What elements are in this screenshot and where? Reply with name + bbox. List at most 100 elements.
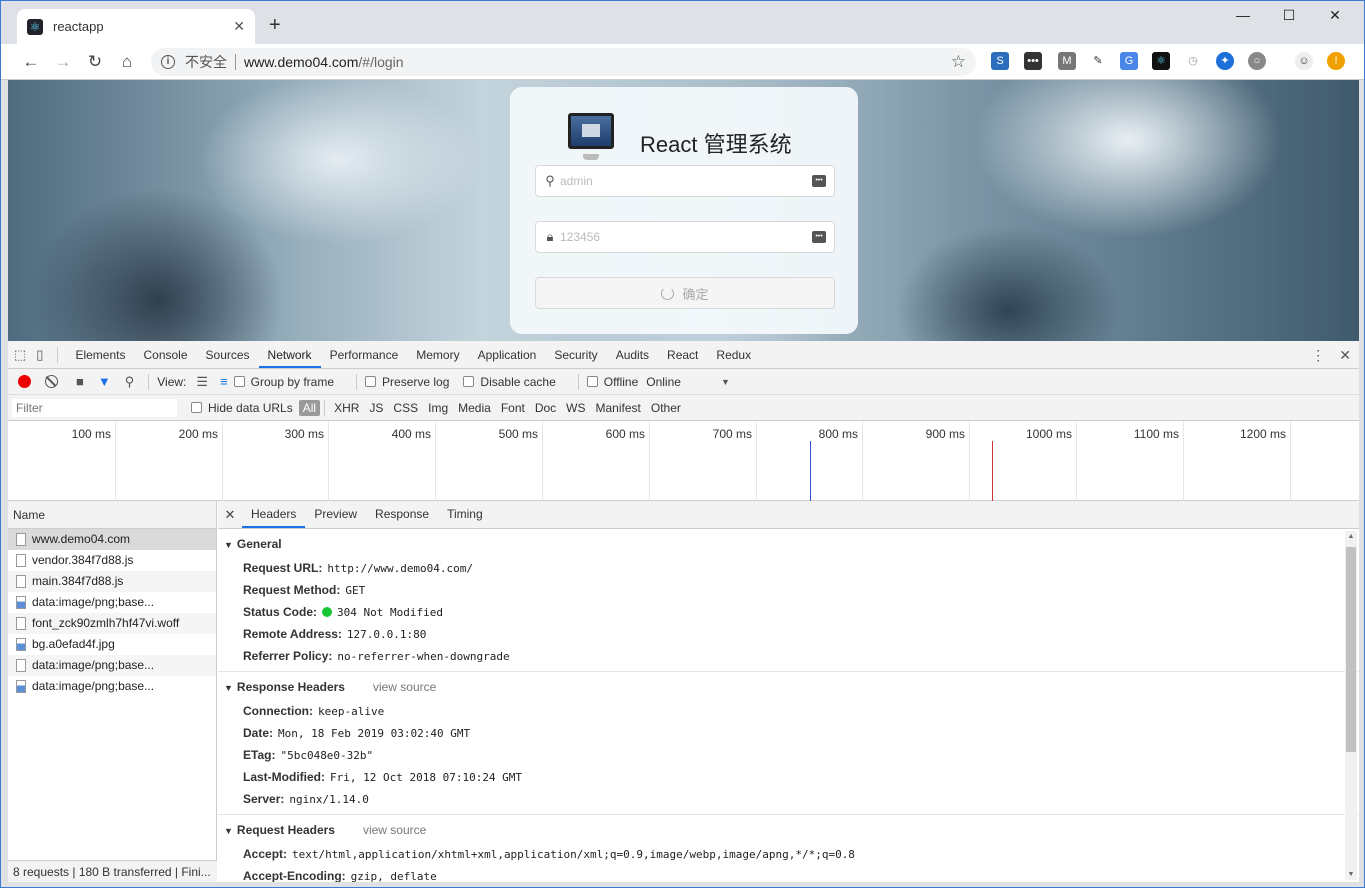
extension-mail-icon[interactable]: M: [1058, 52, 1076, 70]
devtools-close-icon[interactable]: ✕: [1339, 347, 1351, 364]
close-detail-icon[interactable]: ✕: [218, 507, 242, 523]
filter-type-media[interactable]: Media: [453, 401, 496, 415]
tab-close-icon[interactable]: ✕: [233, 18, 245, 35]
chevron-down-icon[interactable]: ▼: [721, 377, 730, 387]
maximize-icon[interactable]: ☐: [1279, 7, 1299, 24]
extension-circle-icon[interactable]: ○: [1248, 52, 1266, 70]
devtools-tab-application[interactable]: Application: [469, 341, 546, 368]
waterfall-icon[interactable]: ≡: [220, 374, 228, 389]
search-icon[interactable]: ⚲: [125, 374, 135, 390]
disable-cache-checkbox[interactable]: Disable cache: [463, 375, 556, 389]
filter-type-manifest[interactable]: Manifest: [591, 401, 646, 415]
devtools-tab-sources[interactable]: Sources: [197, 341, 259, 368]
checkbox-box: [365, 376, 377, 387]
extension-s-icon[interactable]: S: [991, 52, 1009, 70]
filter-type-xhr[interactable]: XHR: [329, 401, 364, 415]
name-column-header[interactable]: Name: [8, 501, 216, 529]
inspect-element-icon[interactable]: ⬚: [14, 347, 26, 363]
devtools-tab-performance[interactable]: Performance: [321, 341, 408, 368]
address-bar[interactable]: i 不安全 www.demo04.com /#/login ☆: [151, 48, 976, 76]
detail-tab-response[interactable]: Response: [366, 501, 438, 528]
offline-checkbox[interactable]: Offline: [586, 375, 638, 389]
extension-clock-icon[interactable]: ◷: [1184, 52, 1202, 70]
large-rows-icon[interactable]: ☰: [196, 374, 208, 390]
extension-dots-icon[interactable]: •••: [1024, 52, 1042, 70]
devtools-tab-redux[interactable]: Redux: [707, 341, 760, 368]
username-input[interactable]: ⚲ admin •••: [535, 165, 835, 197]
devtools-tab-elements[interactable]: Elements: [66, 341, 134, 368]
info-icon[interactable]: i: [161, 55, 175, 69]
request-name: vendor.384f7d88.js: [32, 553, 134, 567]
filter-type-css[interactable]: CSS: [388, 401, 423, 415]
password-manager-icon[interactable]: •••: [812, 231, 826, 243]
detail-scrollbar[interactable]: ▲ ▼: [1345, 531, 1357, 880]
network-overview-timeline[interactable]: 100 ms 200 ms 300 ms 400 ms 500 ms 600 ms 700 …: [8, 421, 1359, 501]
close-window-icon[interactable]: ✕: [1325, 7, 1345, 24]
filter-icon[interactable]: ▼: [98, 374, 111, 389]
clear-icon[interactable]: [45, 375, 58, 388]
filter-type-other[interactable]: Other: [646, 401, 686, 415]
profile-avatar-icon[interactable]: ☺: [1295, 52, 1313, 70]
devtools-tab-audits[interactable]: Audits: [607, 341, 658, 368]
devtools-tab-network[interactable]: Network: [258, 341, 321, 368]
home-icon[interactable]: ⌂: [117, 52, 137, 72]
request-headers-header[interactable]: ▼ Request Headers view source: [218, 815, 1359, 843]
scroll-up-icon[interactable]: ▲: [1346, 533, 1356, 540]
filter-type-all[interactable]: All: [298, 399, 321, 416]
browser-toolbar: ← → ↻ ⌂ i 不安全 www.demo04.com /#/login ☆ …: [1, 44, 1364, 80]
response-headers-header[interactable]: ▼ Response Headers view source: [218, 672, 1359, 700]
filter-type-ws[interactable]: WS: [561, 401, 590, 415]
react-devtools-icon[interactable]: ⚛: [1152, 52, 1170, 70]
request-name: data:image/png;base...: [32, 595, 155, 609]
bookmark-star-icon[interactable]: ☆: [951, 52, 966, 72]
extension-blue-icon[interactable]: ✦: [1216, 52, 1234, 70]
capture-screenshots-icon[interactable]: ■: [76, 374, 84, 389]
detail-tab-preview[interactable]: Preview: [305, 501, 366, 528]
record-icon[interactable]: [18, 375, 31, 388]
preserve-log-checkbox[interactable]: Preserve log: [365, 375, 449, 389]
filter-type-js[interactable]: JS: [364, 401, 388, 415]
update-alert-icon[interactable]: !: [1327, 52, 1345, 70]
username-placeholder: admin: [560, 174, 593, 188]
translate-icon[interactable]: G: [1120, 52, 1138, 70]
devtools-tab-console[interactable]: Console: [134, 341, 196, 368]
request-row[interactable]: data:image/png;base...: [8, 676, 216, 697]
password-manager-icon[interactable]: •••: [812, 175, 826, 187]
scroll-down-icon[interactable]: ▼: [1346, 871, 1356, 878]
filter-type-doc[interactable]: Doc: [530, 401, 561, 415]
group-by-frame-checkbox[interactable]: Group by frame: [233, 375, 334, 389]
request-row[interactable]: data:image/png;base...: [8, 655, 216, 676]
login-submit-button[interactable]: 确定: [535, 277, 835, 309]
view-source-link[interactable]: view source: [363, 823, 426, 837]
devtools-tab-security[interactable]: Security: [545, 341, 606, 368]
forward-icon[interactable]: →: [53, 52, 73, 72]
request-row[interactable]: bg.a0efad4f.jpg: [8, 634, 216, 655]
filter-type-font[interactable]: Font: [496, 401, 530, 415]
login-title: React 管理系统: [640, 132, 792, 157]
request-row[interactable]: font_zck90zmlh7hf47vi.woff: [8, 613, 216, 634]
browser-tab[interactable]: ⚛ reactapp ✕: [17, 9, 255, 44]
password-input[interactable]: 🔒︎ 123456 •••: [535, 221, 835, 253]
detail-tab-headers[interactable]: Headers: [242, 501, 306, 528]
devtools-menu-icon[interactable]: ⋮: [1311, 347, 1325, 364]
request-row[interactable]: data:image/png;base...: [8, 592, 216, 613]
devtools-tab-memory[interactable]: Memory: [407, 341, 468, 368]
view-source-link[interactable]: view source: [373, 680, 436, 694]
request-row[interactable]: vendor.384f7d88.js: [8, 550, 216, 571]
throttling-select[interactable]: Online: [646, 375, 681, 389]
back-icon[interactable]: ←: [21, 52, 41, 72]
eyedropper-icon[interactable]: ✎: [1089, 52, 1107, 70]
reload-icon[interactable]: ↻: [85, 52, 105, 72]
new-tab-button[interactable]: +: [269, 15, 281, 35]
request-row[interactable]: main.384f7d88.js: [8, 571, 216, 592]
hide-data-urls-checkbox[interactable]: Hide data URLs: [191, 401, 293, 415]
minimize-icon[interactable]: —: [1233, 7, 1253, 23]
request-row[interactable]: www.demo04.com: [8, 529, 216, 550]
filter-input[interactable]: [12, 398, 177, 417]
device-toolbar-icon[interactable]: ▯: [36, 347, 43, 363]
detail-tab-timing[interactable]: Timing: [438, 501, 492, 528]
filter-type-img[interactable]: Img: [423, 401, 453, 415]
devtools-tab-react[interactable]: React: [658, 341, 707, 368]
general-section-header[interactable]: ▼ General: [218, 529, 1359, 557]
scrollbar-thumb[interactable]: [1346, 547, 1356, 752]
